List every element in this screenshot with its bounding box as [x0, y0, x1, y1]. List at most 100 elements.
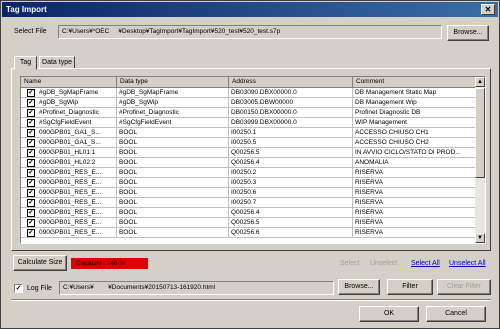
- row-checkbox[interactable]: ✓: [27, 149, 35, 157]
- scroll-up-icon[interactable]: ▲: [475, 77, 485, 87]
- row-checkbox[interactable]: ✓: [27, 189, 35, 197]
- cell-data-type: BOOL: [117, 208, 229, 218]
- table-row[interactable]: ✓ 090GPB01_RES_E... BOOL Q00256.5 RISERVA: [21, 218, 477, 228]
- cell-comment: Profinet Diagnostic DB: [353, 108, 477, 118]
- cell-data-type: #Profinet_Diagnostic: [117, 108, 229, 118]
- filter-button[interactable]: Filter: [387, 279, 433, 295]
- cell-name-text: 090GPB01_RES_E...: [39, 229, 102, 236]
- cell-address: I00250.3: [229, 178, 353, 188]
- unselect-link[interactable]: Unselect: [370, 260, 397, 267]
- cell-data-type: BOOL: [117, 178, 229, 188]
- column-header-comment[interactable]: Comment: [353, 77, 477, 88]
- row-checkbox[interactable]: ✓: [27, 99, 35, 107]
- close-icon[interactable]: ✕: [481, 4, 495, 15]
- cell-comment: ACCESSO CHIUSO CH1: [353, 128, 477, 138]
- tab-tag[interactable]: Tag: [14, 56, 37, 70]
- cell-address-text: I00250.2: [231, 169, 257, 176]
- cell-comment: RISERVA: [353, 168, 477, 178]
- column-header-name[interactable]: Name: [21, 77, 117, 88]
- cell-name: ✓ 090GPB01_RES_E...: [21, 228, 117, 238]
- tag-grid[interactable]: Name Data type Address Comment ✓ #gDB_SgM…: [20, 76, 486, 244]
- cell-comment-text: DB Management Static Map: [355, 89, 437, 96]
- cell-comment: ACCESSO CHIUSO CH2: [353, 138, 477, 148]
- grid-vertical-scrollbar[interactable]: ▲ ▼: [475, 77, 485, 243]
- cell-address-text: DB03005.DBW00000: [231, 99, 294, 106]
- cell-data-type: BOOL: [117, 138, 229, 148]
- cell-address-text: DB00150.DBX00000.0: [231, 109, 297, 116]
- table-row[interactable]: ✓ 090GPB01_RES_E... BOOL Q00256.4 RISERVA: [21, 208, 477, 218]
- cell-data-type-text: BOOL: [119, 189, 138, 196]
- row-checkbox[interactable]: ✓: [27, 159, 35, 167]
- cell-address: Q00256.5: [229, 148, 353, 158]
- scroll-down-icon[interactable]: ▼: [475, 233, 485, 243]
- select-file-label: Select File: [14, 28, 47, 35]
- cell-comment: ANOMALIA: [353, 158, 477, 168]
- cell-address-text: I00250.5: [231, 139, 257, 146]
- cell-name-text: 090GPB01_RES_E...: [39, 199, 102, 206]
- row-checkbox[interactable]: ✓: [27, 119, 35, 127]
- cell-name: ✓ 090GPB01_HL01:1: [21, 148, 117, 158]
- log-file-browse-button[interactable]: Browse...: [338, 279, 380, 295]
- table-row[interactable]: ✓ #SgCfgFieldEvent #SgCfgFieldEvent DB03999…: [21, 118, 477, 128]
- table-row[interactable]: ✓ 090GPB01_GA1_S... BOOL I00250.5 ACCESSO CH…: [21, 138, 477, 148]
- row-checkbox[interactable]: ✓: [27, 209, 35, 217]
- cell-data-type: BOOL: [117, 168, 229, 178]
- ok-button[interactable]: OK: [359, 306, 419, 322]
- cell-address: Q00256.4: [229, 208, 353, 218]
- select-link[interactable]: Select: [340, 260, 359, 267]
- cell-name-text: 090GPB01_HL01:1: [39, 149, 96, 156]
- table-row[interactable]: ✓ 090GPB01_RES_E... BOOL I00250.6 RISERVA: [21, 188, 477, 198]
- cell-name: ✓ 090GPB01_RES_E...: [21, 198, 117, 208]
- table-row[interactable]: ✓ 090GPB01_HL01:1 BOOL Q00256.5 IN AVVIO CIC…: [21, 148, 477, 158]
- calculate-size-button[interactable]: Calculate Size: [13, 255, 67, 271]
- cell-name-text: 090GPB01_RES_E...: [39, 169, 102, 176]
- log-file-checkbox[interactable]: ✓: [14, 284, 23, 293]
- row-checkbox[interactable]: ✓: [27, 179, 35, 187]
- cell-data-type: #gDB_SgMapFrame: [117, 88, 229, 98]
- row-checkbox[interactable]: ✓: [27, 109, 35, 117]
- select-file-browse-button[interactable]: Browse...: [447, 25, 489, 41]
- row-checkbox[interactable]: ✓: [27, 139, 35, 147]
- table-row[interactable]: ✓ 090GPB01_RES_E... BOOL I00250.3 RISERVA: [21, 178, 477, 188]
- row-checkbox[interactable]: ✓: [27, 229, 35, 237]
- column-header-address[interactable]: Address: [229, 77, 353, 88]
- table-row[interactable]: ✓ #gDB_SgWip #gDB_SgWip DB03005.DBW00000 DB …: [21, 98, 477, 108]
- scroll-thumb[interactable]: [475, 88, 485, 178]
- row-checkbox[interactable]: ✓: [27, 169, 35, 177]
- cancel-button[interactable]: Cancel: [426, 306, 486, 322]
- row-checkbox[interactable]: ✓: [27, 219, 35, 227]
- cell-data-type: BOOL: [117, 148, 229, 158]
- cell-data-type-text: BOOL: [119, 149, 138, 156]
- column-header-data-type[interactable]: Data type: [117, 77, 229, 88]
- cell-data-type: BOOL: [117, 218, 229, 228]
- select-file-path-field[interactable]: C:¥Users¥*OEC ¥Desktop¥TagImport¥TagImpo…: [58, 25, 442, 39]
- table-row[interactable]: ✓ 090GPB01_GA1_S... BOOL I00250.1 ACCESSO CH…: [21, 128, 477, 138]
- table-row[interactable]: ✓ 090GPB01_RES_E... BOOL Q00256.6 RISERVA: [21, 228, 477, 238]
- cell-name-text: 090GPB01_GA1_S...: [39, 129, 101, 136]
- table-row[interactable]: ✓ #gDB_SgMapFrame #gDB_SgMapFrame DB03090.D…: [21, 88, 477, 98]
- table-row[interactable]: ✓ 090GPB01_RES_E... BOOL I00250.2 RISERVA: [21, 168, 477, 178]
- cell-comment: RISERVA: [353, 208, 477, 218]
- row-checkbox[interactable]: ✓: [27, 199, 35, 207]
- cell-name: ✓ 090GPB01_RES_E...: [21, 208, 117, 218]
- cell-name: ✓ 090GPB01_GA1_S...: [21, 128, 117, 138]
- cell-address: I00250.7: [229, 198, 353, 208]
- cell-name: ✓ 090GPB01_HL02:2: [21, 158, 117, 168]
- unselect-all-link[interactable]: Unselect All: [449, 260, 486, 267]
- row-checkbox[interactable]: ✓: [27, 129, 35, 137]
- clear-filter-button[interactable]: Clear Filter: [437, 279, 491, 295]
- table-row[interactable]: ✓ 090GPB01_HL02:2 BOOL Q00256.4 ANOMALIA: [21, 158, 477, 168]
- cell-data-type: #gDB_SgWip: [117, 98, 229, 108]
- table-row[interactable]: ✓ 090GPB01_RES_E... BOOL I00250.7 RISERVA: [21, 198, 477, 208]
- cell-name-text: #SgCfgFieldEvent: [39, 119, 92, 126]
- cell-data-type: BOOL: [117, 228, 229, 238]
- log-file-path-field[interactable]: C:¥Users¥ ¥Documents¥20150713-161920.htm…: [59, 281, 334, 295]
- cell-comment-text: RISERVA: [355, 199, 383, 206]
- cell-address: I00250.6: [229, 188, 353, 198]
- select-all-link[interactable]: Select All: [411, 260, 440, 267]
- cell-comment-text: WIP Management: [355, 119, 407, 126]
- cell-address-text: Q00256.6: [231, 229, 260, 236]
- cell-name: ✓ #gDB_SgMapFrame: [21, 88, 117, 98]
- table-row[interactable]: ✓ #Profinet_Diagnostic #Profinet_Diagnosti…: [21, 108, 477, 118]
- row-checkbox[interactable]: ✓: [27, 89, 35, 97]
